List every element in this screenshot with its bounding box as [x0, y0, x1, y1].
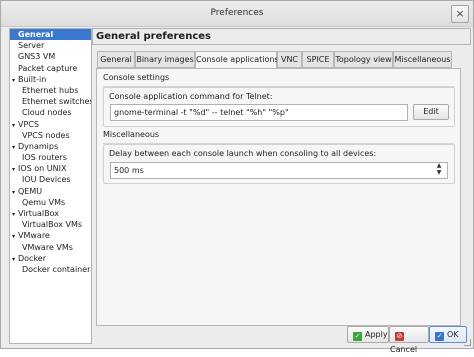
miscellaneous-group: Delay between each console launch when c… [103, 144, 455, 184]
sidebar-item-docker[interactable]: ▾ Docker [10, 253, 91, 264]
sidebar-item-vmware[interactable]: ▾ VMware [10, 230, 91, 241]
cancel-icon: ⊘ [395, 332, 404, 341]
close-icon: × [455, 7, 465, 20]
window-title: Preferences [210, 8, 264, 18]
tab-label: SPICE [306, 55, 330, 64]
tab-spice[interactable]: SPICE [302, 51, 334, 68]
tab-miscellaneous[interactable]: Miscellaneous [393, 51, 452, 68]
sidebar-item-iou-devices[interactable]: IOU Devices [10, 174, 91, 185]
sidebar-item-qemu-vms[interactable]: Qemu VMs [10, 197, 91, 208]
sidebar-item-ethernet-hubs[interactable]: Ethernet hubs [10, 85, 91, 96]
tab-label: Miscellaneous [394, 55, 451, 64]
preferences-sidebar: General Server GNS3 VM Packet capture ▾ Built… [9, 28, 92, 344]
console-applications-pane: Console settings Console application com… [96, 68, 461, 326]
sidebar-item-label: Qemu VMs [22, 197, 66, 207]
sidebar-item-qemu[interactable]: ▾ QEMU [10, 186, 91, 197]
sidebar-item-gns3-vm[interactable]: GNS3 VM [10, 51, 91, 62]
resize-grip-icon[interactable] [464, 339, 471, 346]
sidebar-item-label: Server [18, 41, 45, 51]
telnet-command-field[interactable]: gnome-terminal -t "%d" -- telnet "%h" "%… [110, 104, 408, 121]
sidebar-item-label: Cloud nodes [22, 108, 72, 118]
console-delay-spinbox[interactable]: 500 ms [110, 162, 448, 179]
sidebar-item-label: Dynamips [18, 141, 59, 151]
sidebar-item-label: VPCS [18, 119, 39, 129]
sidebar-item-virtualbox-vms[interactable]: VirtualBox VMs [10, 219, 91, 230]
tab-console-applications[interactable]: Console applications [195, 51, 279, 69]
sidebar-item-built-in[interactable]: ▾ Built-in [10, 74, 91, 85]
close-button[interactable]: × [451, 5, 469, 23]
sidebar-item-label: Docker containers [22, 264, 92, 274]
ok-button[interactable]: ✓ OK [429, 326, 467, 343]
sidebar-item-ethernet-switches[interactable]: Ethernet switches [10, 96, 91, 107]
sidebar-item-label: Packet capture [18, 63, 78, 73]
sidebar-item-ios-routers[interactable]: IOS routers [10, 152, 91, 163]
preferences-window: Preferences × General Server GNS3 VM Packet… [0, 0, 474, 354]
apply-label: Apply [365, 330, 388, 339]
sidebar-item-label: IOS routers [22, 153, 67, 163]
sidebar-item-label: VMware VMs [22, 242, 73, 252]
sidebar-item-packet-capture[interactable]: Packet capture [10, 63, 91, 74]
sidebar-item-server[interactable]: Server [10, 40, 91, 51]
sidebar-item-label: VPCS nodes [22, 130, 70, 140]
sidebar-item-label: VMware [18, 231, 50, 241]
sidebar-item-virtualbox[interactable]: ▾ VirtualBox [10, 208, 91, 219]
sidebar-item-docker-containers[interactable]: Docker containers [10, 264, 91, 275]
sidebar-item-general[interactable]: General [10, 29, 91, 41]
page-title: General preferences [92, 28, 471, 45]
sidebar-item-label: Ethernet hubs [22, 85, 79, 95]
sidebar-item-ios-on-unix[interactable]: ▾ IOS on UNIX [10, 163, 91, 174]
sidebar-item-vpcs[interactable]: ▾ VPCS [10, 119, 91, 130]
telnet-command-label: Console application command for Telnet: [109, 92, 273, 101]
sidebar-item-label: Docker [18, 253, 47, 263]
console-settings-label: Console settings [103, 73, 170, 82]
tab-label: Console applications [196, 55, 279, 64]
cancel-label: Cancel [390, 345, 418, 354]
apply-button[interactable]: ✓ Apply [347, 326, 389, 343]
tab-binary-images[interactable]: Binary images [135, 51, 195, 68]
tab-topology-view[interactable]: Topology view [334, 51, 393, 68]
sidebar-item-cloud-nodes[interactable]: Cloud nodes [10, 107, 91, 118]
sidebar-item-label: QEMU [18, 186, 43, 196]
sidebar-item-label: Built-in [18, 74, 47, 84]
sidebar-item-label: VirtualBox [18, 209, 60, 218]
console-delay-label: Delay between each console launch when c… [109, 149, 377, 158]
miscellaneous-label: Miscellaneous [103, 130, 160, 139]
tab-vnc[interactable]: VNC [277, 51, 302, 68]
sidebar-item-vpcs-nodes[interactable]: VPCS nodes [10, 130, 91, 141]
tab-label: General [100, 55, 132, 64]
sidebar-item-label: IOU Devices [22, 175, 71, 185]
tab-label: Binary images [136, 55, 194, 64]
console-settings-group: Console application command for Telnet: … [103, 87, 455, 127]
tab-general[interactable]: General [97, 51, 135, 68]
sidebar-item-label: IOS on UNIX [18, 164, 67, 174]
sidebar-item-label: Ethernet switches [22, 97, 92, 107]
tab-label: Topology view [335, 55, 392, 64]
sidebar-item-label: GNS3 VM [18, 52, 56, 62]
tab-label: VNC [280, 55, 299, 64]
sidebar-item-vmware-vms[interactable]: VMware VMs [10, 242, 91, 253]
sidebar-item-dynamips[interactable]: ▾ Dynamips [10, 141, 91, 152]
checkmark-icon: ✓ [353, 332, 362, 341]
sidebar-item-label: General [18, 30, 54, 39]
sidebar-item-label: VirtualBox VMs [22, 220, 83, 230]
checkmark-icon: ✓ [435, 332, 444, 341]
spin-down-icon[interactable]: ▼ [436, 170, 442, 176]
ok-label: OK [447, 330, 459, 339]
title-bar[interactable]: Preferences × [1, 1, 473, 27]
cancel-button[interactable]: ⊘ Cancel [389, 326, 429, 354]
edit-button[interactable]: Edit [413, 104, 449, 120]
